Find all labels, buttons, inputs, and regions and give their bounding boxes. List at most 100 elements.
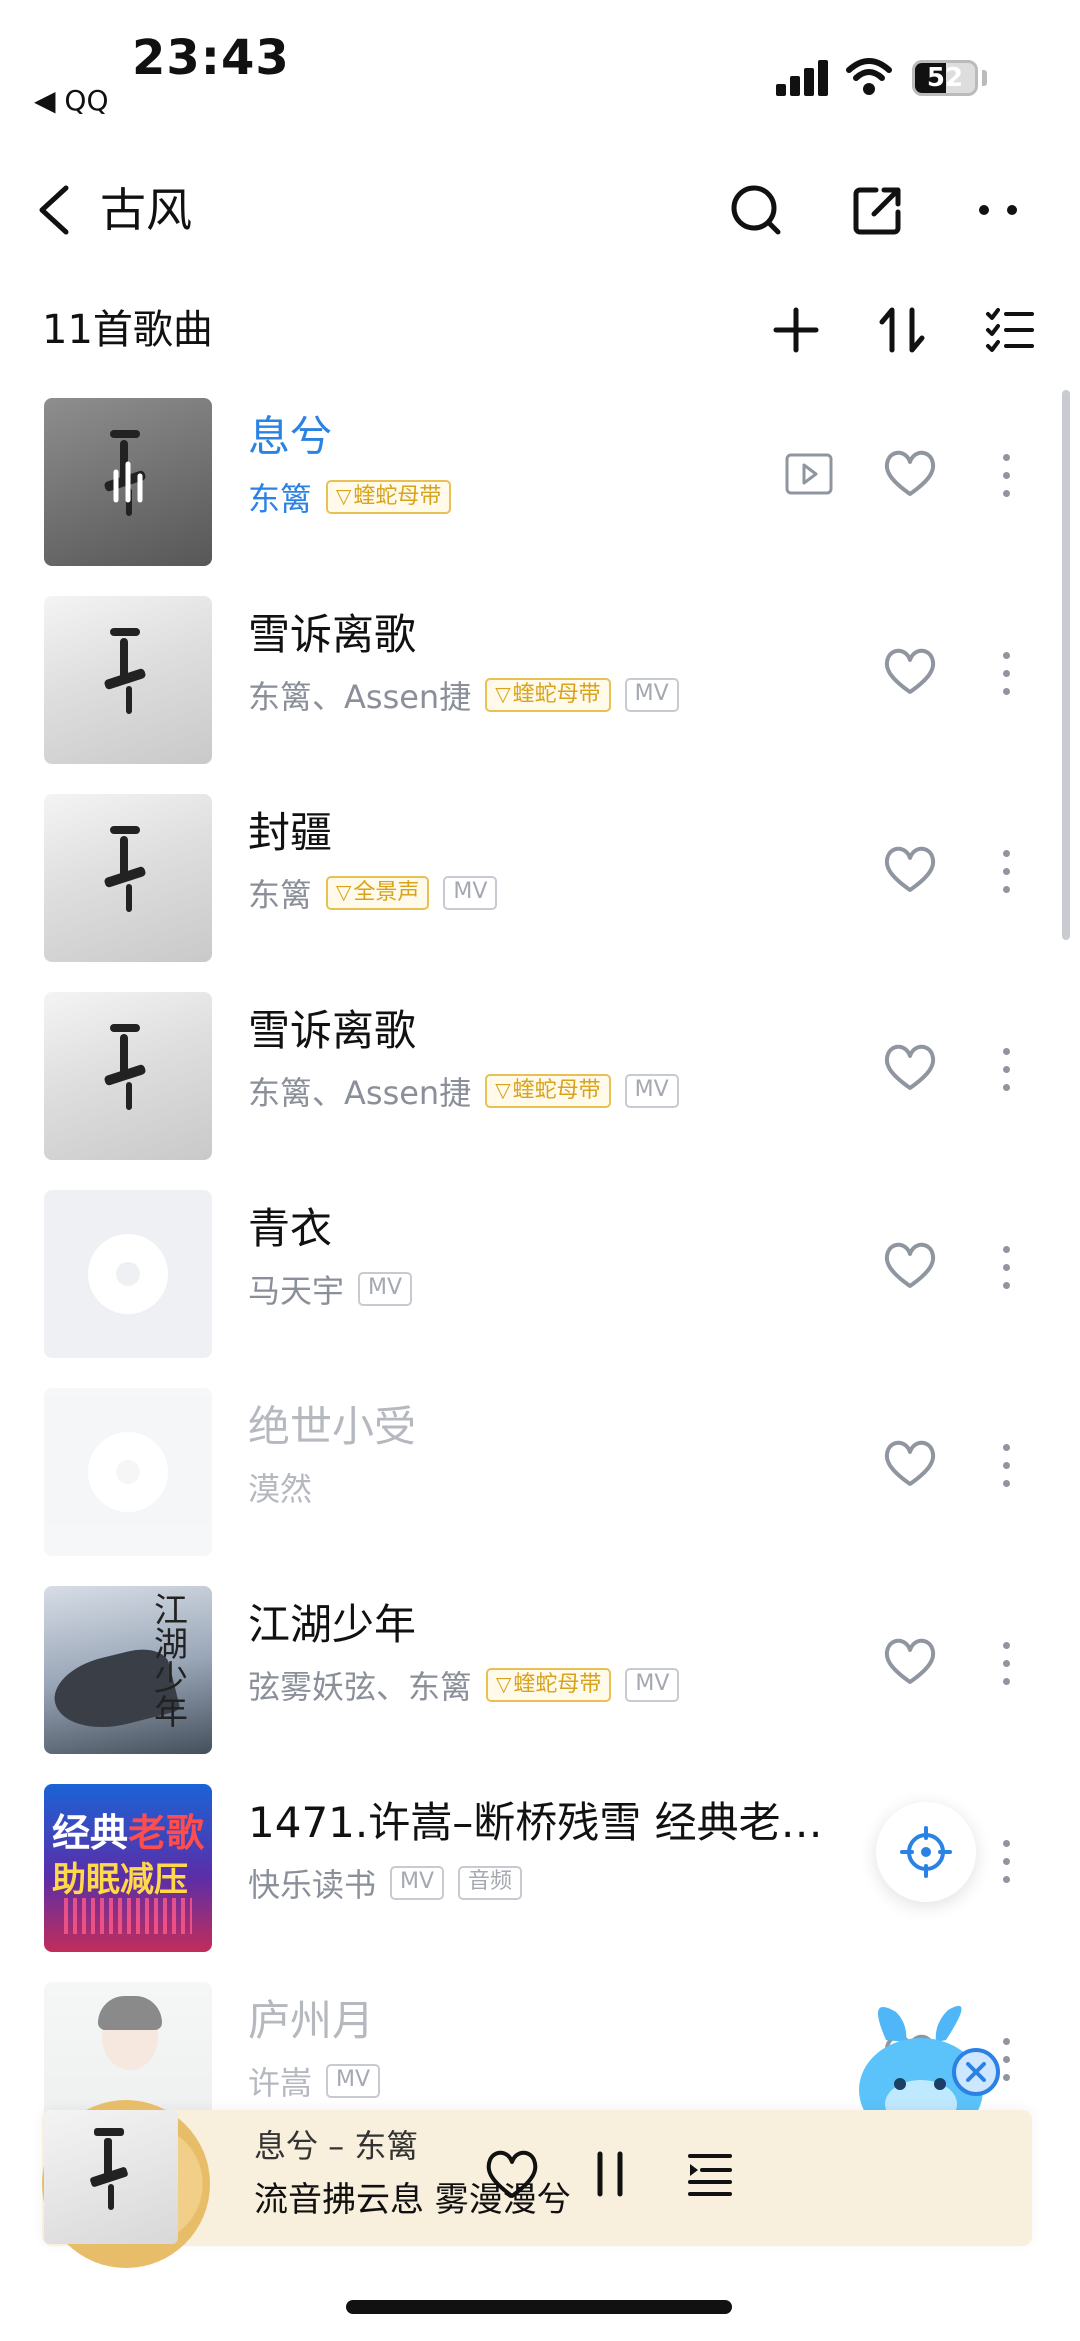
song-more-icon[interactable] [996, 1242, 1016, 1292]
quality-badge: 蝰蛇母带 [486, 1668, 612, 1702]
song-more-icon[interactable] [996, 1836, 1016, 1886]
heart-icon[interactable] [882, 644, 938, 696]
locate-current-song-button[interactable] [876, 1802, 976, 1902]
wifi-icon [846, 56, 892, 96]
song-more-icon[interactable] [996, 1044, 1016, 1094]
song-meta: 弦雾妖弦、东篱蝰蛇母带 MV [248, 1660, 680, 1710]
song-meta: 东篱全景声 MV [248, 868, 498, 918]
song-row[interactable]: 雪诉离歌东篱、Assen捷蝰蛇母带 MV [0, 566, 1060, 764]
cover-text-highlight: 老歌 [128, 1811, 205, 1855]
song-more-icon[interactable] [996, 846, 1016, 896]
playlist-icon[interactable] [678, 2142, 742, 2206]
song-title: 绝世小受 [248, 1402, 417, 1451]
cover-text: 江湖少年 [154, 1591, 188, 1733]
song-more-icon[interactable] [996, 648, 1016, 698]
heart-icon[interactable] [882, 1238, 938, 1290]
share-icon[interactable] [846, 178, 910, 242]
song-more-icon[interactable] [996, 1440, 1016, 1490]
sort-icon[interactable] [872, 300, 932, 360]
song-title: 江湖少年 [248, 1600, 417, 1649]
song-meta: 东篱、Assen捷蝰蛇母带 MV [248, 1066, 679, 1116]
battery-level: 52 [926, 63, 964, 93]
mv-badge[interactable]: MV [326, 2064, 381, 2098]
disc-icon [88, 1234, 168, 1314]
song-row[interactable]: 江湖少年 江湖少年弦雾妖弦、东篱蝰蛇母带 MV [0, 1556, 1060, 1754]
album-cover[interactable] [44, 398, 212, 566]
pause-icon[interactable] [578, 2142, 642, 2206]
mv-play-icon[interactable] [784, 452, 834, 496]
default-cover[interactable] [44, 1190, 212, 1358]
mv-badge[interactable]: MV [624, 678, 679, 712]
song-meta: 许嵩 MV [248, 2056, 381, 2106]
cover-text: 经典 [52, 1811, 129, 1855]
song-artist: 东篱 [248, 876, 313, 914]
list-header: 11首歌曲 [0, 290, 1080, 370]
mv-badge[interactable]: MV [625, 1668, 680, 1702]
song-meta: 东篱、Assen捷蝰蛇母带 MV [248, 670, 679, 720]
audio-badge: 音频 [458, 1866, 523, 1900]
player-song-title: 息兮 – 东篱 [254, 2127, 419, 2165]
song-title: 雪诉离歌 [248, 1006, 417, 1055]
song-title: 雪诉离歌 [248, 610, 417, 659]
album-cover[interactable]: 经典老歌助眠减压 [44, 1784, 212, 1952]
status-time: 23:43 [132, 30, 290, 86]
more-icon[interactable] [966, 178, 1030, 242]
back-icon[interactable] [28, 180, 88, 240]
song-more-icon[interactable] [996, 1638, 1016, 1688]
song-meta: 漠然 [248, 1462, 312, 1512]
song-title: 封疆 [248, 808, 333, 857]
album-cover[interactable] [44, 992, 212, 1160]
heart-icon[interactable] [882, 446, 938, 498]
song-title: 青衣 [248, 1204, 333, 1253]
scrollbar[interactable] [1062, 390, 1070, 940]
default-cover[interactable] [44, 1388, 212, 1556]
song-artist: 漠然 [248, 1470, 313, 1508]
album-cover[interactable]: 江湖少年 [44, 1586, 212, 1754]
back-to-app-link[interactable]: ◀ QQ [34, 84, 109, 117]
mv-badge[interactable]: MV [624, 1074, 679, 1108]
home-indicator [346, 2300, 732, 2314]
quality-badge: 全景声 [326, 876, 430, 910]
quality-badge: 蝰蛇母带 [326, 480, 452, 514]
song-row[interactable]: 绝世小受 漠然 [0, 1358, 1060, 1556]
mini-player[interactable]: 息兮 – 东篱 流音拂云息 雾漫漫兮 [42, 2100, 1032, 2268]
player-heart-icon[interactable] [480, 2142, 544, 2206]
song-meta: 快乐读书 MV 音频 [248, 1858, 523, 1908]
song-artist: 许嵩 [248, 2064, 313, 2102]
album-cover[interactable] [44, 794, 212, 962]
song-row[interactable]: 雪诉离歌东篱、Assen捷蝰蛇母带 MV [0, 962, 1060, 1160]
song-count: 11首歌曲 [42, 307, 213, 353]
song-title: 庐州月 [248, 1996, 375, 2045]
battery-icon: 52 [912, 60, 978, 96]
song-title: 息兮 [248, 412, 333, 461]
playing-bars-icon [113, 461, 143, 503]
heart-icon[interactable] [882, 1436, 938, 1488]
player-album-cover[interactable] [44, 2110, 178, 2244]
song-title: 1471.许嵩–断桥残雪 经典老… [248, 1798, 823, 1847]
heart-icon[interactable] [882, 1040, 938, 1092]
quality-badge: 蝰蛇母带 [485, 678, 611, 712]
song-row[interactable]: 息兮东篱蝰蛇母带 [0, 368, 1060, 566]
mv-badge[interactable]: MV [358, 1272, 413, 1306]
song-artist: 东篱 [248, 480, 313, 518]
song-row[interactable]: 青衣马天宇 MV [0, 1160, 1060, 1358]
song-artist: 弦雾妖弦、东篱 [248, 1668, 473, 1706]
heart-icon[interactable] [882, 1634, 938, 1686]
heart-icon[interactable] [882, 842, 938, 894]
album-cover[interactable] [44, 596, 212, 764]
mv-badge[interactable]: MV [443, 876, 498, 910]
navigation-bar: 古风 [0, 160, 1080, 260]
song-artist: 马天宇 [248, 1272, 345, 1310]
page-title: 古风 [100, 183, 192, 237]
add-icon[interactable] [766, 300, 826, 360]
mv-badge[interactable]: MV [390, 1866, 445, 1900]
search-icon[interactable] [724, 178, 788, 242]
song-more-icon[interactable] [996, 450, 1016, 500]
song-artist: 快乐读书 [248, 1866, 377, 1904]
song-artist: 东篱、Assen捷 [248, 1074, 472, 1112]
multi-select-icon[interactable] [980, 300, 1040, 360]
song-row[interactable]: 封疆东篱全景声 MV [0, 764, 1060, 962]
song-artist: 东篱、Assen捷 [248, 678, 472, 716]
song-meta: 东篱蝰蛇母带 [248, 472, 452, 522]
cover-subtext: 助眠减压 [52, 1860, 188, 1900]
